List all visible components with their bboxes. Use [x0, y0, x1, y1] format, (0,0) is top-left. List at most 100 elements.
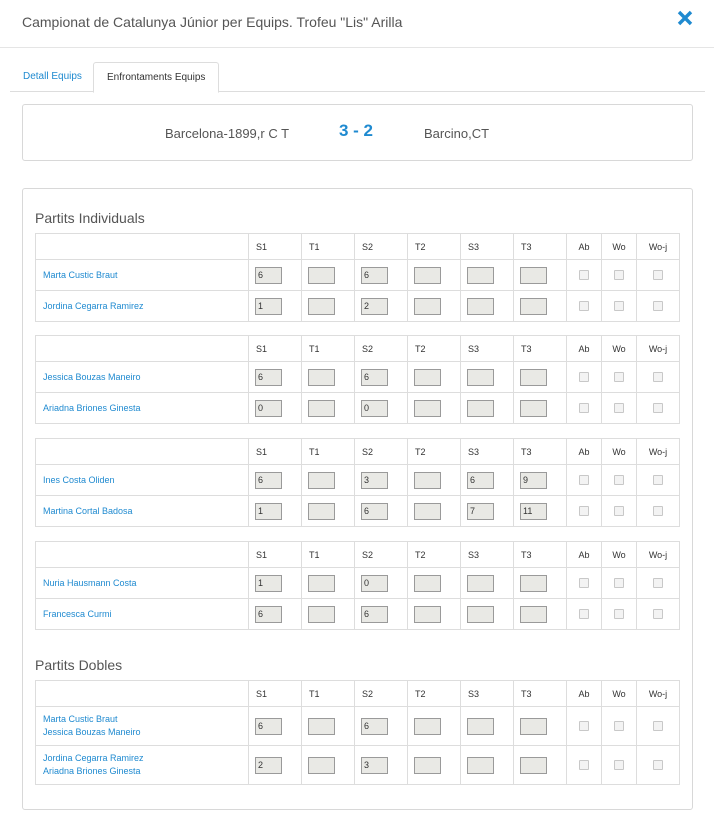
tab-detall-equips[interactable]: Detall Equips — [10, 62, 95, 92]
walkover-checkbox[interactable] — [614, 475, 624, 486]
score-input[interactable] — [308, 368, 335, 386]
score-input[interactable]: 1 — [255, 574, 282, 592]
player-name-link[interactable]: Marta Custic Braut — [43, 713, 248, 726]
score-input[interactable] — [467, 266, 494, 284]
score-input[interactable] — [308, 266, 335, 284]
score-input[interactable] — [520, 297, 547, 315]
score-input[interactable]: 6 — [255, 471, 282, 489]
score-input[interactable]: 0 — [361, 574, 388, 592]
score-input[interactable] — [308, 717, 335, 735]
retired-checkbox[interactable] — [579, 270, 589, 281]
score-input[interactable] — [467, 368, 494, 386]
player-name-link[interactable]: Ines Costa Oliden — [35, 464, 249, 496]
retired-checkbox[interactable] — [579, 506, 589, 517]
score-input[interactable] — [308, 574, 335, 592]
walkover-j-checkbox[interactable] — [653, 578, 663, 589]
retired-checkbox[interactable] — [579, 760, 589, 771]
retired-checkbox[interactable] — [579, 475, 589, 486]
score-input[interactable] — [308, 605, 335, 623]
retired-checkbox[interactable] — [579, 721, 589, 732]
walkover-j-checkbox[interactable] — [653, 760, 663, 771]
score-input[interactable]: 2 — [255, 756, 282, 774]
tab-enfrontaments-equips[interactable]: Enfrontaments Equips — [93, 62, 220, 93]
score-input[interactable]: 6 — [255, 266, 282, 284]
retired-checkbox[interactable] — [579, 372, 589, 383]
score-input[interactable] — [414, 756, 441, 774]
player-name-link[interactable]: Francesca Curmi — [35, 598, 249, 630]
player-name-link[interactable]: Martina Cortal Badosa — [35, 495, 249, 527]
player-name-link[interactable]: Jessica Bouzas Maneiro — [43, 726, 248, 739]
walkover-checkbox[interactable] — [614, 301, 624, 312]
score-input[interactable] — [467, 605, 494, 623]
score-input[interactable] — [414, 471, 441, 489]
walkover-j-checkbox[interactable] — [653, 301, 663, 312]
walkover-checkbox[interactable] — [614, 609, 624, 620]
score-input[interactable]: 9 — [520, 471, 547, 489]
score-input[interactable]: 2 — [361, 297, 388, 315]
player-name-link[interactable]: Marta Custic Braut — [35, 259, 249, 291]
score-input[interactable] — [308, 756, 335, 774]
score-input[interactable] — [467, 756, 494, 774]
walkover-checkbox[interactable] — [614, 270, 624, 281]
score-input[interactable]: 11 — [520, 502, 547, 520]
retired-checkbox[interactable] — [579, 609, 589, 620]
score-input[interactable] — [467, 574, 494, 592]
score-input[interactable]: 3 — [361, 471, 388, 489]
walkover-j-checkbox[interactable] — [653, 403, 663, 414]
walkover-checkbox[interactable] — [614, 506, 624, 517]
score-input[interactable]: 0 — [255, 399, 282, 417]
walkover-checkbox[interactable] — [614, 760, 624, 771]
score-input[interactable]: 6 — [255, 717, 282, 735]
walkover-j-checkbox[interactable] — [653, 372, 663, 383]
retired-checkbox[interactable] — [579, 403, 589, 414]
score-input[interactable] — [414, 502, 441, 520]
score-input[interactable] — [467, 717, 494, 735]
score-input[interactable] — [520, 717, 547, 735]
score-input[interactable] — [520, 399, 547, 417]
score-input[interactable] — [520, 605, 547, 623]
score-input[interactable]: 3 — [361, 756, 388, 774]
score-input[interactable] — [520, 266, 547, 284]
retired-checkbox[interactable] — [579, 301, 589, 312]
walkover-checkbox[interactable] — [614, 578, 624, 589]
score-input[interactable] — [520, 756, 547, 774]
score-input[interactable]: 0 — [361, 399, 388, 417]
score-input[interactable] — [414, 574, 441, 592]
score-input[interactable] — [520, 574, 547, 592]
score-input[interactable] — [467, 297, 494, 315]
score-input[interactable] — [414, 717, 441, 735]
score-input[interactable] — [467, 399, 494, 417]
score-input[interactable] — [308, 399, 335, 417]
score-input[interactable]: 6 — [255, 605, 282, 623]
score-input[interactable]: 6 — [255, 368, 282, 386]
score-input[interactable]: 6 — [361, 266, 388, 284]
walkover-checkbox[interactable] — [614, 372, 624, 383]
score-input[interactable]: 1 — [255, 297, 282, 315]
score-input[interactable]: 6 — [361, 605, 388, 623]
player-name-link[interactable]: Ariadna Briones Ginesta — [35, 392, 249, 424]
walkover-j-checkbox[interactable] — [653, 475, 663, 486]
score-input[interactable] — [308, 471, 335, 489]
score-input[interactable]: 6 — [361, 717, 388, 735]
player-name-link[interactable]: Jessica Bouzas Maneiro — [35, 361, 249, 393]
score-input[interactable]: 7 — [467, 502, 494, 520]
score-input[interactable] — [520, 368, 547, 386]
score-input[interactable] — [414, 266, 441, 284]
score-input[interactable] — [414, 368, 441, 386]
retired-checkbox[interactable] — [579, 578, 589, 589]
close-button[interactable] — [676, 9, 694, 27]
score-input[interactable] — [414, 297, 441, 315]
score-input[interactable] — [308, 297, 335, 315]
player-name-link[interactable]: Jordina Cegarra Ramirez — [35, 290, 249, 322]
walkover-j-checkbox[interactable] — [653, 270, 663, 281]
walkover-checkbox[interactable] — [614, 721, 624, 732]
walkover-j-checkbox[interactable] — [653, 506, 663, 517]
score-input[interactable] — [414, 605, 441, 623]
walkover-j-checkbox[interactable] — [653, 721, 663, 732]
walkover-checkbox[interactable] — [614, 403, 624, 414]
score-input[interactable] — [414, 399, 441, 417]
walkover-j-checkbox[interactable] — [653, 609, 663, 620]
player-name-link[interactable]: Nuria Hausmann Costa — [35, 567, 249, 599]
player-name-link[interactable]: Ariadna Briones Ginesta — [43, 765, 248, 778]
score-input[interactable] — [308, 502, 335, 520]
